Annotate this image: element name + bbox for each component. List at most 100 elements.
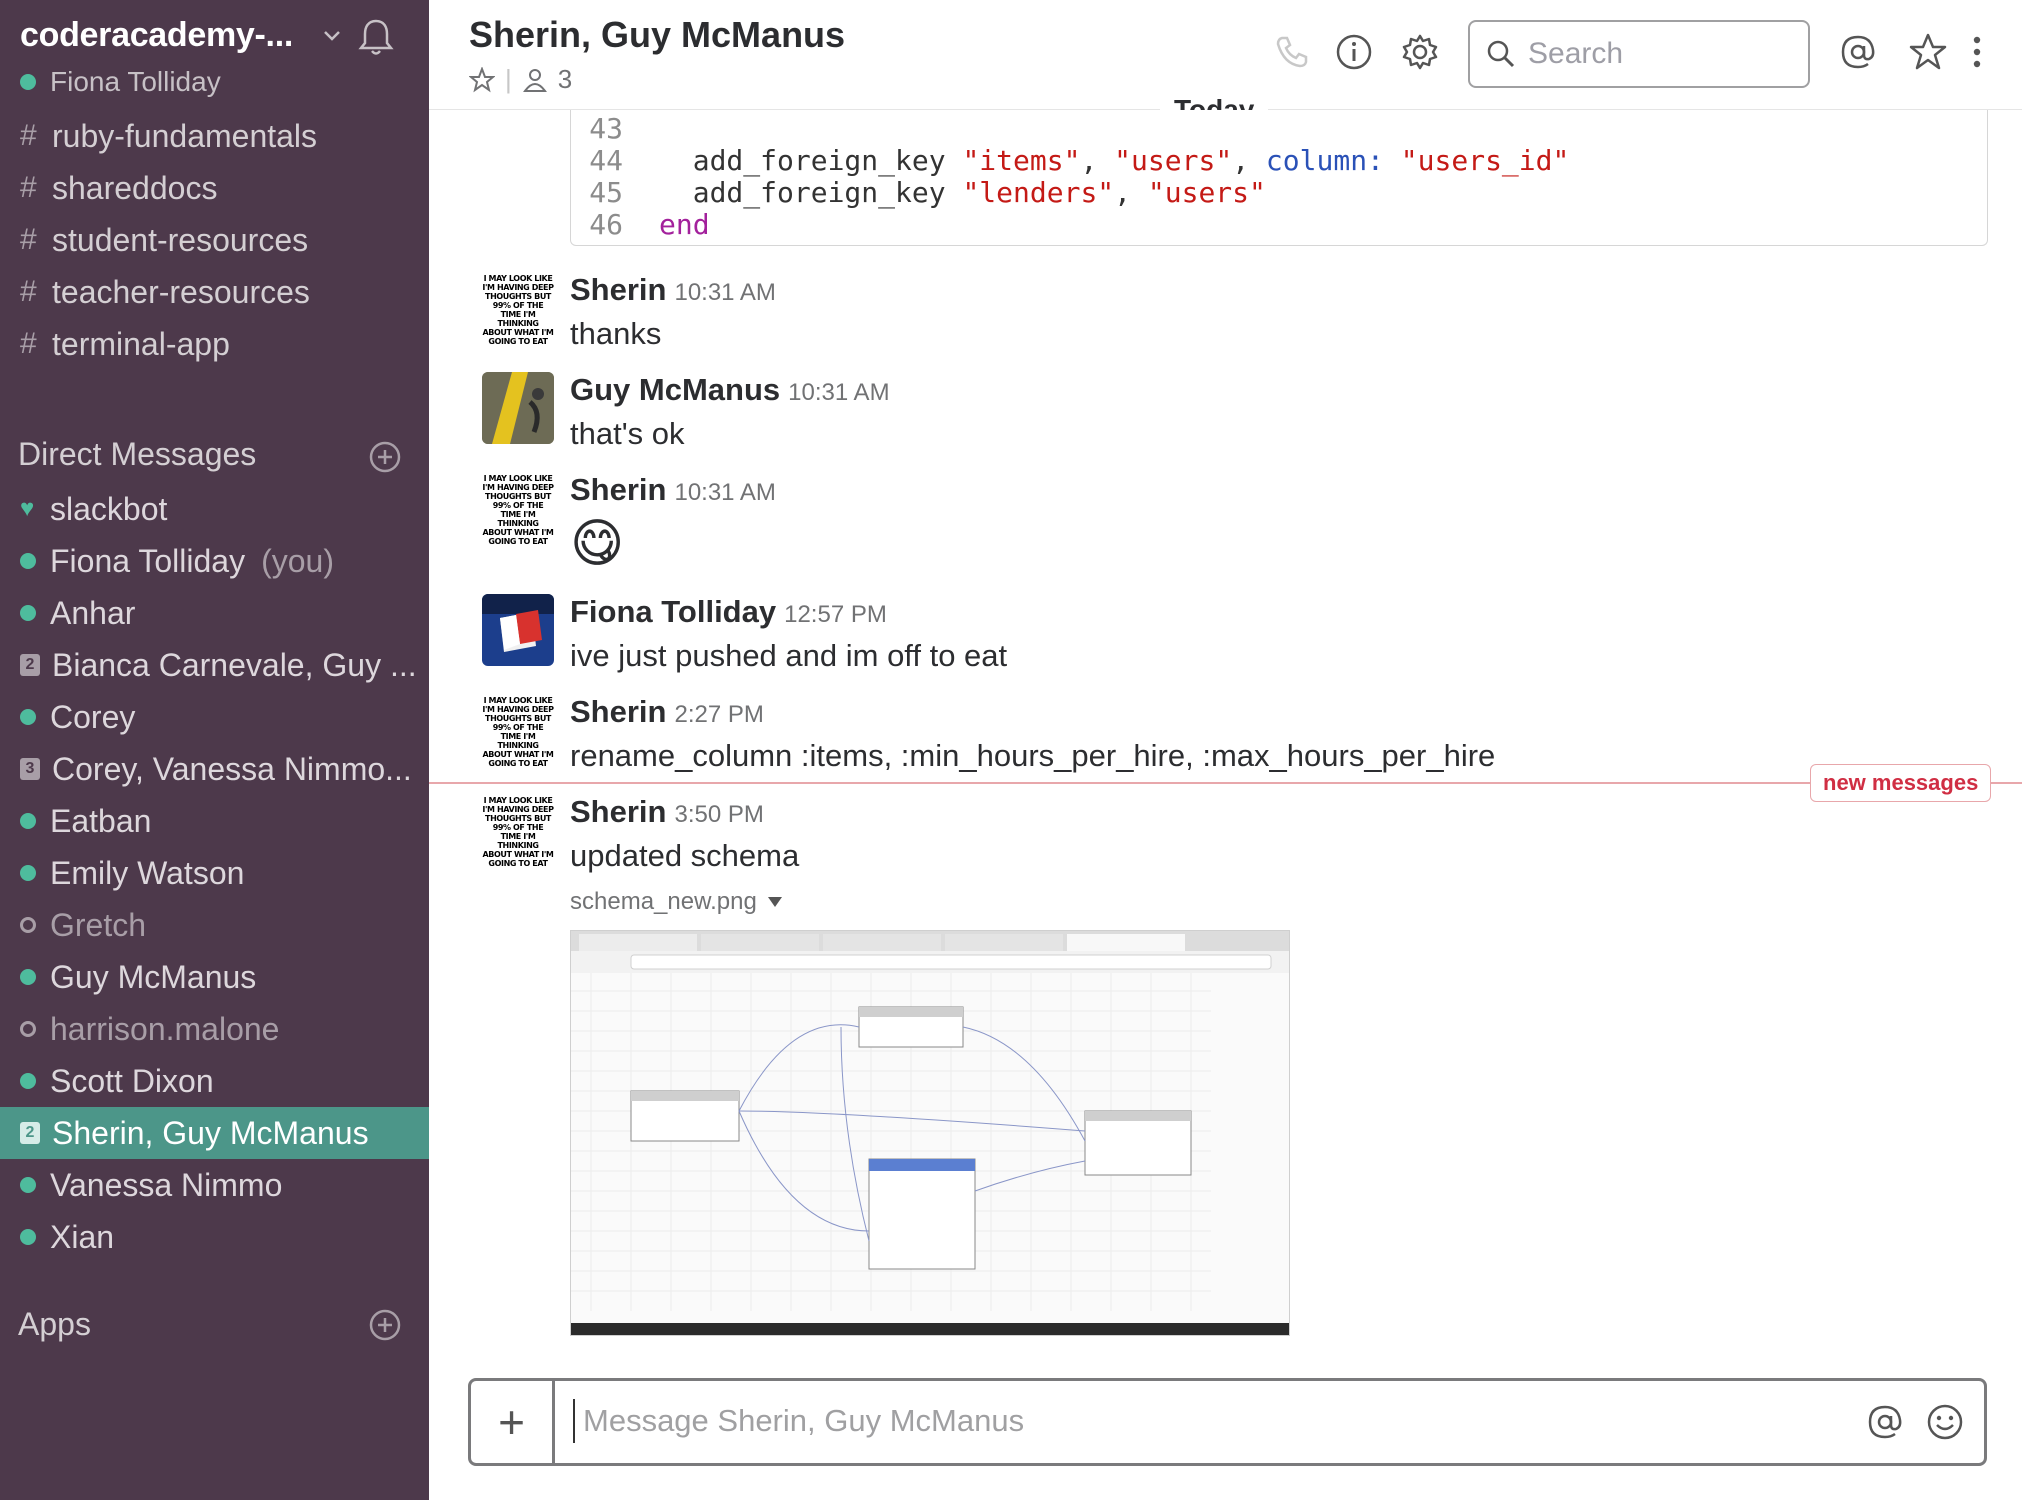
avatar[interactable]: I MAY LOOK LIKE I'M HAVING DEEP THOUGHTS… xyxy=(482,472,554,544)
meta-divider: | xyxy=(505,64,512,94)
code-line: 44 add_foreign_key "items", "users", col… xyxy=(571,144,1569,177)
author-name[interactable]: Guy McManus xyxy=(570,372,780,407)
message-time[interactable]: 3:50 PM xyxy=(674,801,763,828)
avatar[interactable]: I MAY LOOK LIKE I'M HAVING DEEP THOUGHTS… xyxy=(482,794,554,866)
starred-items-icon[interactable] xyxy=(1908,32,1948,72)
dm-label: Guy McManus xyxy=(50,958,257,995)
dm-item[interactable]: Guy McManus xyxy=(0,951,429,1003)
phone-icon[interactable] xyxy=(1272,32,1312,72)
message-author: Guy McManus 10:31 AM xyxy=(570,372,890,408)
avatar[interactable]: I MAY LOOK LIKE I'M HAVING DEEP THOUGHTS… xyxy=(482,272,554,344)
code-snippet[interactable]: 43 44 add_foreign_key "items", "users", … xyxy=(570,110,1988,246)
channel-item[interactable]: # shareddocs xyxy=(0,162,429,214)
bell-icon[interactable] xyxy=(356,16,396,58)
conversation-title[interactable]: Sherin, Guy McManus xyxy=(469,14,845,56)
schema-diagram-image xyxy=(571,931,1289,1335)
current-user-name: Fiona Tolliday xyxy=(50,66,221,97)
member-count-badge: 3 xyxy=(20,758,40,780)
message-time[interactable]: 10:31 AM xyxy=(788,379,889,406)
dm-item[interactable]: 3 Corey, Vanessa Nimmo... xyxy=(0,743,429,795)
channel-item[interactable]: # terminal-app xyxy=(0,318,429,370)
attachment-file-name[interactable]: schema_new.png xyxy=(570,888,757,916)
author-name[interactable]: Sherin xyxy=(570,694,666,729)
presence-icon xyxy=(20,1177,36,1193)
new-messages-badge[interactable]: new messages xyxy=(1810,764,1992,802)
message-text: rename_column :items, :min_hours_per_hir… xyxy=(570,738,1496,773)
message-time[interactable]: 12:57 PM xyxy=(784,601,887,628)
direct-messages-heading[interactable]: Direct Messages xyxy=(18,436,256,473)
dm-item-active[interactable]: 2 Sherin, Guy McManus xyxy=(0,1107,429,1159)
member-icon[interactable] xyxy=(522,67,548,93)
dm-label: Gretch xyxy=(50,906,147,943)
message-author: Sherin 10:31 AM xyxy=(570,272,776,308)
caret-down-icon[interactable] xyxy=(767,896,783,908)
chevron-down-icon[interactable] xyxy=(322,26,342,46)
avatar[interactable] xyxy=(482,372,554,444)
dm-item[interactable]: Vanessa Nimmo xyxy=(0,1159,429,1211)
attach-button[interactable]: + xyxy=(471,1381,555,1463)
away-presence-icon xyxy=(20,917,36,933)
dm-item[interactable]: 2 Bianca Carnevale, Guy ... xyxy=(0,639,429,691)
dm-item[interactable]: ♥ slackbot xyxy=(0,483,429,535)
hash-icon: # xyxy=(20,119,37,152)
author-name[interactable]: Sherin xyxy=(570,472,666,507)
current-user[interactable]: Fiona Tolliday xyxy=(20,66,221,98)
dm-item[interactable]: Xian xyxy=(0,1211,429,1263)
member-count[interactable]: 3 xyxy=(558,64,572,95)
message-input[interactable] xyxy=(573,1399,1773,1443)
dm-label: harrison.malone xyxy=(50,1010,280,1047)
heart-icon: ♥ xyxy=(20,495,35,522)
attachment-image[interactable] xyxy=(570,930,1290,1336)
channel-item[interactable]: # teacher-resources xyxy=(0,266,429,318)
avatar[interactable] xyxy=(482,594,554,666)
dm-item[interactable]: Corey xyxy=(0,691,429,743)
channel-item[interactable]: # ruby-fundamentals xyxy=(0,110,429,162)
attachment-header[interactable]: schema_new.png xyxy=(570,888,783,916)
add-dm-icon[interactable] xyxy=(368,440,402,474)
dm-label: Anhar xyxy=(50,594,136,631)
message-time[interactable]: 10:31 AM xyxy=(674,279,775,306)
dm-item[interactable]: Eatban xyxy=(0,795,429,847)
hash-icon: # xyxy=(20,327,37,360)
line-number: 45 xyxy=(589,176,623,209)
team-header[interactable]: coderacademy-... Fiona Tolliday xyxy=(0,0,429,104)
emoji-icon[interactable] xyxy=(1924,1401,1966,1443)
dm-item[interactable]: Fiona Tolliday (you) xyxy=(0,535,429,587)
dm-label: Corey xyxy=(50,698,136,735)
member-count-badge: 2 xyxy=(20,654,40,676)
dm-item[interactable]: Scott Dixon xyxy=(0,1055,429,1107)
message-author: Fiona Tolliday 12:57 PM xyxy=(570,594,887,630)
dm-item[interactable]: harrison.malone xyxy=(0,1003,429,1055)
search-input[interactable]: Search xyxy=(1468,20,1810,88)
channel-label: shareddocs xyxy=(52,169,218,206)
message-time[interactable]: 10:31 AM xyxy=(674,479,775,506)
message-time[interactable]: 2:27 PM xyxy=(674,701,763,728)
author-name[interactable]: Sherin xyxy=(570,794,666,829)
dm-label: Bianca Carnevale, Guy ... xyxy=(52,646,417,683)
info-icon[interactable] xyxy=(1334,32,1374,72)
presence-icon xyxy=(20,1229,36,1245)
add-app-icon[interactable] xyxy=(368,1308,402,1342)
dm-label: Vanessa Nimmo xyxy=(50,1166,283,1203)
dm-item[interactable]: Anhar xyxy=(0,587,429,639)
new-messages-divider xyxy=(429,782,2022,784)
team-name[interactable]: coderacademy-... xyxy=(20,16,293,55)
mention-icon[interactable] xyxy=(1864,1401,1906,1443)
presence-icon xyxy=(20,865,36,881)
search-icon xyxy=(1487,40,1515,68)
channel-label: ruby-fundamentals xyxy=(52,117,318,154)
gear-icon[interactable] xyxy=(1400,32,1440,72)
emoji-message: 😋 xyxy=(570,515,625,573)
dm-item[interactable]: Emily Watson xyxy=(0,847,429,899)
more-options-icon[interactable] xyxy=(1969,32,1985,72)
avatar[interactable]: I MAY LOOK LIKE I'M HAVING DEEP THOUGHTS… xyxy=(482,694,554,766)
message-text: that's ok xyxy=(570,416,685,451)
apps-heading[interactable]: Apps xyxy=(18,1306,91,1343)
author-name[interactable]: Fiona Tolliday xyxy=(570,594,776,629)
dm-item[interactable]: Gretch xyxy=(0,899,429,951)
star-icon[interactable] xyxy=(469,66,495,93)
mentions-icon[interactable] xyxy=(1838,32,1878,72)
channel-item[interactable]: # student-resources xyxy=(0,214,429,266)
author-name[interactable]: Sherin xyxy=(570,272,666,307)
